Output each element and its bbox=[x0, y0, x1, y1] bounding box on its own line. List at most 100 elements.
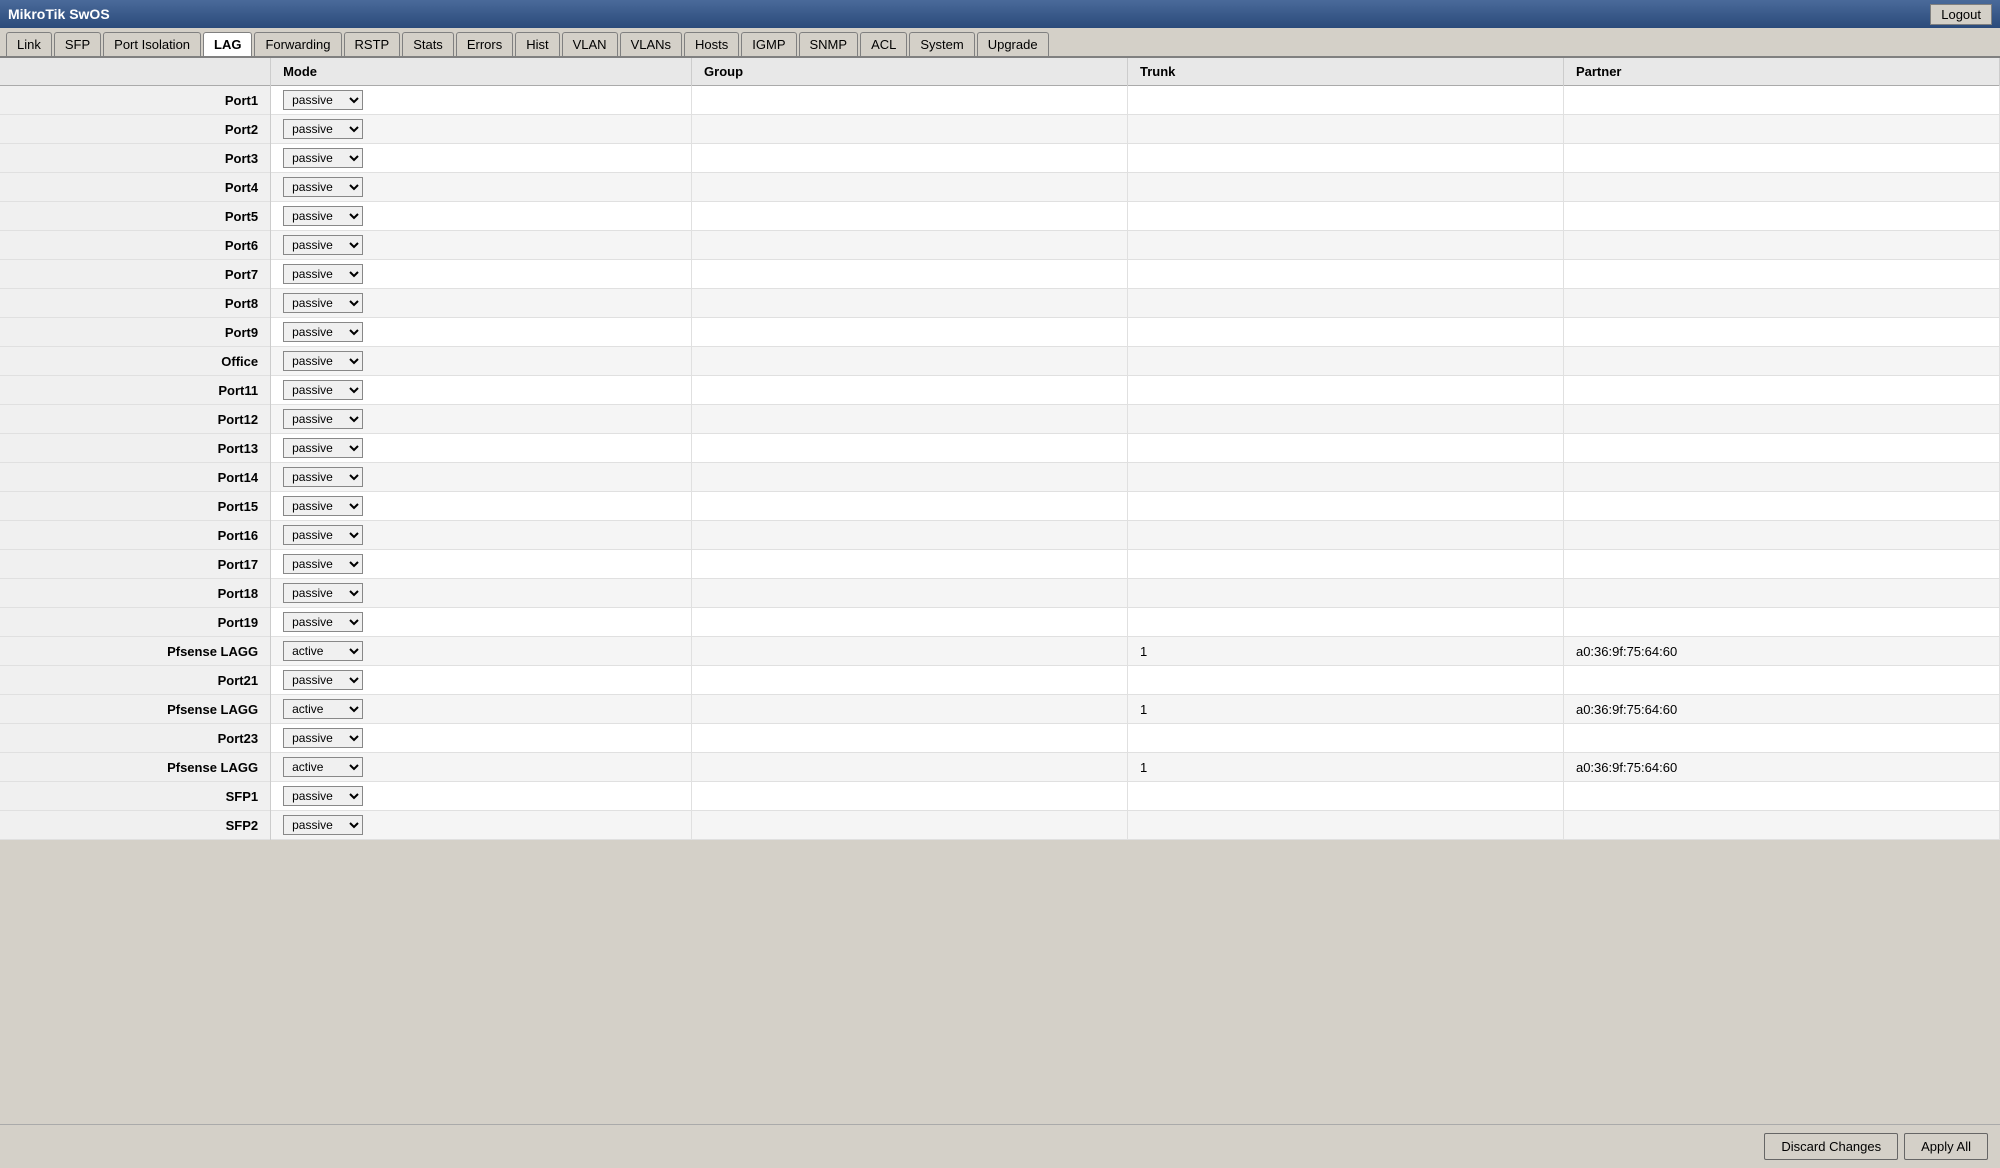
tab-vlan[interactable]: VLAN bbox=[562, 32, 618, 56]
partner-cell bbox=[1563, 434, 1999, 463]
app-title: MikroTik SwOS bbox=[8, 6, 110, 22]
mode-select[interactable]: passiveactiveon bbox=[283, 786, 363, 806]
mode-select[interactable]: passiveactiveon bbox=[283, 554, 363, 574]
tab-acl[interactable]: ACL bbox=[860, 32, 907, 56]
mode-select[interactable]: passiveactiveon bbox=[283, 409, 363, 429]
partner-cell bbox=[1563, 144, 1999, 173]
tab-vlans[interactable]: VLANs bbox=[620, 32, 682, 56]
trunk-cell: 1 bbox=[1128, 695, 1564, 724]
mode-select[interactable]: passiveactiveon bbox=[283, 235, 363, 255]
tab-errors[interactable]: Errors bbox=[456, 32, 513, 56]
mode-cell: passiveactiveon bbox=[271, 608, 692, 637]
mode-select[interactable]: passiveactiveon bbox=[283, 728, 363, 748]
mode-select[interactable]: passiveactiveon bbox=[283, 583, 363, 603]
mode-cell: passiveactiveon bbox=[271, 86, 692, 115]
mode-select[interactable]: passiveactiveon bbox=[283, 525, 363, 545]
mode-select[interactable]: passiveactiveon bbox=[283, 612, 363, 632]
partner-cell bbox=[1563, 521, 1999, 550]
tab-igmp[interactable]: IGMP bbox=[741, 32, 796, 56]
discard-changes-button[interactable]: Discard Changes bbox=[1764, 1133, 1898, 1160]
partner-cell bbox=[1563, 492, 1999, 521]
mode-select[interactable]: passiveactiveon bbox=[283, 438, 363, 458]
partner-cell bbox=[1563, 405, 1999, 434]
group-cell bbox=[692, 753, 1128, 782]
mode-cell: passiveactiveon bbox=[271, 579, 692, 608]
row-label: Port15 bbox=[0, 492, 271, 521]
table-row: Port14passiveactiveon bbox=[0, 463, 2000, 492]
logout-button[interactable]: Logout bbox=[1930, 4, 1992, 25]
mode-cell: passiveactiveon bbox=[271, 695, 692, 724]
mode-select[interactable]: passiveactiveon bbox=[283, 467, 363, 487]
table-row: Port5passiveactiveon bbox=[0, 202, 2000, 231]
tab-stats[interactable]: Stats bbox=[402, 32, 454, 56]
partner-cell bbox=[1563, 115, 1999, 144]
mode-select[interactable]: passiveactiveon bbox=[283, 757, 363, 777]
mode-cell: passiveactiveon bbox=[271, 550, 692, 579]
mode-select[interactable]: passiveactiveon bbox=[283, 641, 363, 661]
mode-cell: passiveactiveon bbox=[271, 753, 692, 782]
trunk-cell bbox=[1128, 115, 1564, 144]
row-label: Port23 bbox=[0, 724, 271, 753]
tab-hosts[interactable]: Hosts bbox=[684, 32, 739, 56]
table-row: Office passiveactiveon bbox=[0, 347, 2000, 376]
mode-cell: passiveactiveon bbox=[271, 811, 692, 840]
tab-hist[interactable]: Hist bbox=[515, 32, 559, 56]
table-row: Port21passiveactiveon bbox=[0, 666, 2000, 695]
group-cell bbox=[692, 289, 1128, 318]
group-cell bbox=[692, 86, 1128, 115]
tab-forwarding[interactable]: Forwarding bbox=[254, 32, 341, 56]
tab-system[interactable]: System bbox=[909, 32, 974, 56]
row-label: Port11 bbox=[0, 376, 271, 405]
tab-link[interactable]: Link bbox=[6, 32, 52, 56]
partner-cell bbox=[1563, 579, 1999, 608]
mode-select[interactable]: passiveactiveon bbox=[283, 380, 363, 400]
tab-upgrade[interactable]: Upgrade bbox=[977, 32, 1049, 56]
partner-cell bbox=[1563, 608, 1999, 637]
group-cell bbox=[692, 579, 1128, 608]
table-row: Port23 passiveactiveon bbox=[0, 724, 2000, 753]
mode-select[interactable]: passiveactiveon bbox=[283, 206, 363, 226]
row-label: Pfsense LAGG bbox=[0, 695, 271, 724]
group-cell bbox=[692, 376, 1128, 405]
partner-cell bbox=[1563, 289, 1999, 318]
tab-lag[interactable]: LAG bbox=[203, 32, 252, 56]
tab-port-isolation[interactable]: Port Isolation bbox=[103, 32, 201, 56]
mode-select[interactable]: passiveactiveon bbox=[283, 670, 363, 690]
apply-all-button[interactable]: Apply All bbox=[1904, 1133, 1988, 1160]
mode-select[interactable]: passiveactiveon bbox=[283, 177, 363, 197]
mode-select[interactable]: passiveactiveon bbox=[283, 815, 363, 835]
mode-select[interactable]: passiveactiveon bbox=[283, 293, 363, 313]
trunk-cell bbox=[1128, 144, 1564, 173]
table-row: Port6passiveactiveon bbox=[0, 231, 2000, 260]
tab-snmp[interactable]: SNMP bbox=[799, 32, 859, 56]
table-row: Pfsense LAGGpassiveactiveon1a0:36:9f:75:… bbox=[0, 753, 2000, 782]
mode-select[interactable]: passiveactiveon bbox=[283, 351, 363, 371]
tab-sfp[interactable]: SFP bbox=[54, 32, 101, 56]
group-cell bbox=[692, 637, 1128, 666]
row-label: SFP2 bbox=[0, 811, 271, 840]
table-row: Port15 passiveactiveon bbox=[0, 492, 2000, 521]
mode-cell: passiveactiveon bbox=[271, 202, 692, 231]
mode-select[interactable]: passiveactiveon bbox=[283, 322, 363, 342]
tab-rstp[interactable]: RSTP bbox=[344, 32, 401, 56]
table-row: Port13passiveactiveon bbox=[0, 434, 2000, 463]
group-cell bbox=[692, 550, 1128, 579]
mode-select[interactable]: passiveactiveon bbox=[283, 699, 363, 719]
table-row: Port18 passiveactiveon bbox=[0, 579, 2000, 608]
mode-select[interactable]: passiveactiveon bbox=[283, 496, 363, 516]
group-cell bbox=[692, 492, 1128, 521]
trunk-cell bbox=[1128, 608, 1564, 637]
mode-select[interactable]: passiveactiveon bbox=[283, 148, 363, 168]
row-label: Port3 bbox=[0, 144, 271, 173]
row-label: Port18 bbox=[0, 579, 271, 608]
group-cell bbox=[692, 202, 1128, 231]
row-label: Office bbox=[0, 347, 271, 376]
mode-cell: passiveactiveon bbox=[271, 144, 692, 173]
mode-select[interactable]: passiveactiveon bbox=[283, 264, 363, 284]
mode-select[interactable]: passiveactiveon bbox=[283, 90, 363, 110]
mode-select[interactable]: passiveactiveon bbox=[283, 119, 363, 139]
col-label bbox=[0, 58, 271, 86]
table-row: Port2passiveactiveon bbox=[0, 115, 2000, 144]
lag-table: Mode Group Trunk Partner Port1passiveact… bbox=[0, 58, 2000, 840]
col-group: Group bbox=[692, 58, 1128, 86]
